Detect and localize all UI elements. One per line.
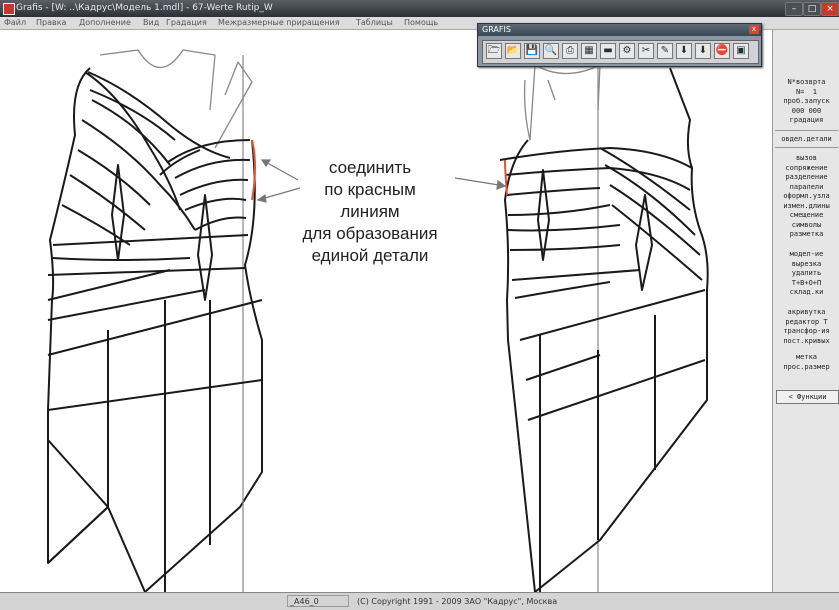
- edit-icon: ✎: [660, 45, 670, 56]
- export-icon: ⬇: [698, 45, 708, 56]
- annotation-text: соединить по красным линиям для образова…: [270, 157, 470, 267]
- toolbar-buttons: 🗁 📂 💾 🔍 ⎙ ▦ ▬ ⚙ ✂ ✎ ⬇ ⬇ ⛔ ▣: [482, 40, 759, 64]
- zoom-button[interactable]: 🔍: [543, 43, 559, 59]
- grafis-toolbar-window[interactable]: GRAFIS x 🗁 📂 💾 🔍 ⎙ ▦ ▬ ⚙ ✂ ✎ ⬇ ⬇ ⛔ ▣: [477, 23, 762, 67]
- open-folder-icon: 🗁: [487, 45, 501, 56]
- annotation-line-4: для образования: [302, 224, 438, 243]
- sidebar-divider: [775, 147, 838, 148]
- sidebar-group-measure[interactable]: метка прос.размер: [775, 353, 838, 372]
- status-bar: _A46_0 (C) Copyright 1991 - 2009 ЗАО "Ка…: [0, 592, 839, 610]
- sidebar-divider: [775, 130, 838, 131]
- download-icon: ⬇: [679, 45, 689, 56]
- command-sidebar: N*возврта N= 1 проб.запуск 000 000 града…: [772, 30, 839, 592]
- sidebar-group-modeling[interactable]: модел-ие вырезка удалить Т+В+О+П склад.к…: [775, 250, 838, 298]
- menu-help[interactable]: Помощь: [404, 17, 438, 29]
- save-button[interactable]: 💾: [524, 43, 540, 59]
- open-model-icon: 📂: [506, 45, 520, 56]
- back-pattern-piece[interactable]: [499, 64, 709, 592]
- print-button[interactable]: ⎙: [562, 43, 578, 59]
- measure-button[interactable]: ▬: [600, 43, 616, 59]
- menu-size-increments[interactable]: Межразмерные приращения: [218, 17, 340, 29]
- sidebar-status-block: N*возврта N= 1 проб.запуск 000 000 града…: [783, 78, 830, 124]
- maximize-button[interactable]: □: [803, 2, 821, 16]
- tools-button[interactable]: ✂: [638, 43, 654, 59]
- edit-button[interactable]: ✎: [657, 43, 673, 59]
- menu-file[interactable]: Файл: [4, 17, 26, 29]
- stop-icon: ⛔: [715, 45, 729, 56]
- grafis-toolbar-title[interactable]: GRAFIS x: [478, 24, 761, 36]
- annotation-line-2: по красным: [324, 180, 416, 199]
- open-folder-button[interactable]: 🗁: [486, 43, 502, 59]
- settings-button[interactable]: ⚙: [619, 43, 635, 59]
- sidebar-group-editing[interactable]: акривутка редактор Т трансфор-ия пост.кр…: [775, 308, 838, 346]
- minimize-button[interactable]: –: [785, 2, 803, 16]
- print-icon: ⎙: [566, 45, 574, 56]
- measure-icon: ▬: [603, 45, 613, 56]
- grafis-toolbar-title-text: GRAFIS: [482, 25, 511, 34]
- save-icon: 💾: [525, 45, 539, 56]
- table-icon: ▦: [584, 45, 594, 56]
- title-bar: Grafis - [W: ..\Кадрус\Модель 1.mdl] - 6…: [0, 0, 839, 17]
- sidebar-group-construction[interactable]: вызов сопряжение разделение паралели офо…: [775, 154, 838, 240]
- open-model-button[interactable]: 📂: [505, 43, 521, 59]
- tools-icon: ✂: [641, 45, 651, 56]
- export-button[interactable]: ⬇: [695, 43, 711, 59]
- close-button[interactable]: ×: [821, 2, 839, 16]
- download-button[interactable]: ⬇: [676, 43, 692, 59]
- zoom-icon: 🔍: [544, 45, 558, 56]
- gear-icon: ⚙: [622, 45, 632, 56]
- app-icon[interactable]: [3, 3, 15, 15]
- menu-edit[interactable]: Правка: [36, 17, 66, 29]
- table-button[interactable]: ▦: [581, 43, 597, 59]
- toolbar-close-button[interactable]: x: [749, 25, 759, 34]
- menu-grading[interactable]: Градация: [166, 17, 207, 29]
- front-pattern-piece[interactable]: [47, 49, 263, 592]
- drawing-canvas[interactable]: соединить по красным линиям для образова…: [0, 30, 772, 592]
- annotation-line-5: единой детали: [311, 246, 429, 265]
- menu-view[interactable]: Вид: [143, 17, 159, 29]
- pattern-drawing: [47, 49, 709, 592]
- menu-tables[interactable]: Таблицы: [356, 17, 393, 29]
- menu-addons[interactable]: Дополнение: [79, 17, 131, 29]
- stop-button[interactable]: ⛔: [714, 43, 730, 59]
- sidebar-detail-label[interactable]: овдел.детали: [775, 135, 838, 145]
- status-cell: _A46_0: [287, 595, 349, 607]
- screen-icon: ▣: [736, 45, 746, 56]
- functions-button[interactable]: < Функции: [776, 390, 839, 404]
- status-copyright: (C) Copyright 1991 - 2009 ЗАО "Кадрус", …: [357, 597, 558, 606]
- annotation-line-1: соединить: [328, 158, 412, 177]
- annotation-line-3: линиям: [340, 202, 400, 221]
- screen-button[interactable]: ▣: [733, 43, 749, 59]
- window-title: Grafis - [W: ..\Кадрус\Модель 1.mdl] - 6…: [16, 3, 273, 13]
